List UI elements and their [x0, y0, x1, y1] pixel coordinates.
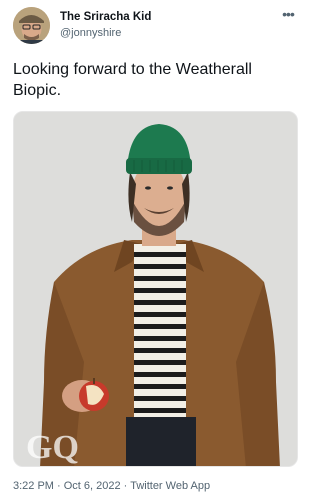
- avatar[interactable]: [13, 7, 50, 44]
- display-name[interactable]: The Sriracha Kid: [60, 11, 151, 23]
- tweet-photo[interactable]: GQ: [13, 111, 298, 467]
- tweet-metadata: 3:22 PM · Oct 6, 2022 · Twitter Web App: [13, 480, 210, 492]
- handle[interactable]: @jonnyshire: [60, 27, 121, 39]
- meta-separator: ·: [53, 480, 64, 492]
- more-horizontal-icon[interactable]: •••: [279, 7, 297, 22]
- gq-watermark: GQ: [26, 429, 79, 466]
- tweet-text: Looking forward to the Weatherall Biopic…: [13, 61, 252, 99]
- avatar-image: [13, 7, 50, 44]
- tweet-date[interactable]: Oct 6, 2022: [64, 480, 121, 492]
- photo-image: GQ: [14, 112, 297, 466]
- tweet-source[interactable]: Twitter Web App: [130, 480, 210, 492]
- tweet-time[interactable]: 3:22 PM: [13, 480, 54, 492]
- tweet: The Sriracha Kid @jonnyshire ••• Looking…: [0, 0, 311, 500]
- meta-separator: ·: [120, 480, 131, 492]
